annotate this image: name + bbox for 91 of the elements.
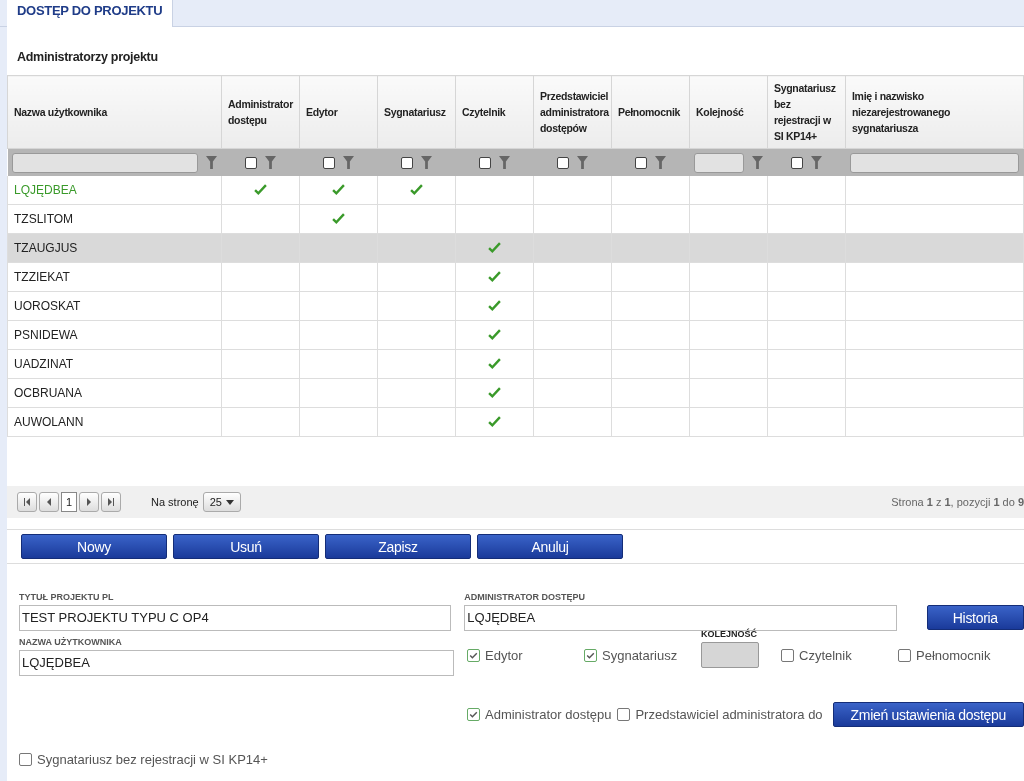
project-title-field[interactable]: TEST PROJEKTU TYPU C OP4 bbox=[19, 605, 452, 631]
checkbox-label: Czytelnik bbox=[799, 648, 852, 663]
filter-icon[interactable] bbox=[811, 156, 822, 169]
order-field[interactable] bbox=[701, 642, 759, 668]
table-cell[interactable]: OCBRUANA bbox=[7, 378, 222, 408]
filter-icon[interactable] bbox=[655, 156, 666, 169]
check-icon bbox=[488, 270, 501, 282]
table-cell[interactable]: TZSLITOM bbox=[7, 204, 222, 234]
filter-icon[interactable] bbox=[343, 156, 354, 169]
last-page-icon bbox=[107, 498, 115, 506]
action-button[interactable]: Usuń bbox=[173, 534, 319, 559]
next-page-icon bbox=[85, 498, 93, 506]
check-icon bbox=[488, 386, 501, 398]
filter-checkbox[interactable] bbox=[557, 156, 569, 169]
previous-page-button[interactable] bbox=[39, 492, 59, 512]
filter-checkbox[interactable] bbox=[323, 156, 335, 169]
check-icon bbox=[332, 183, 345, 195]
checkbox[interactable] bbox=[617, 708, 631, 721]
check-icon bbox=[410, 183, 423, 195]
last-page-button[interactable] bbox=[101, 492, 121, 512]
paging-summary: Strona 1 z 1, pozycji 1 do 9 bbox=[891, 496, 1024, 508]
check-icon bbox=[488, 357, 501, 369]
section-title: Administratorzy projektu bbox=[16, 49, 159, 66]
action-button[interactable]: Anuluj bbox=[477, 534, 623, 559]
checkbox[interactable] bbox=[584, 649, 597, 662]
column-header[interactable]: Sygnatariusz bez rejestracji w SI KP14+ bbox=[767, 75, 846, 149]
column-header[interactable]: Edytor bbox=[299, 75, 378, 149]
checkbox[interactable] bbox=[898, 649, 911, 662]
checkbox-label: Sygnatariusz bbox=[602, 648, 678, 663]
checkbox[interactable] bbox=[467, 649, 480, 662]
column-header[interactable]: Sygnatariusz bbox=[377, 75, 456, 149]
table-cell[interactable]: AUWOLANN bbox=[7, 407, 222, 437]
filter-checkbox[interactable] bbox=[791, 156, 803, 169]
filter-field[interactable] bbox=[694, 152, 744, 173]
checkbox-label: Pełnomocnik bbox=[916, 648, 991, 663]
user-name-field[interactable]: LQJĘDBEA bbox=[19, 650, 454, 676]
field-label: ADMINISTRATOR DOSTĘPU bbox=[464, 592, 586, 602]
checkbox-label: Administrator dostępu bbox=[485, 707, 612, 722]
checkbox[interactable] bbox=[19, 753, 32, 766]
filter-icon[interactable] bbox=[577, 156, 588, 169]
page-number-field[interactable]: 1 bbox=[61, 492, 77, 512]
table-cell[interactable]: PSNIDEWA bbox=[7, 320, 222, 350]
dropdown-icon bbox=[225, 499, 234, 505]
filter-field[interactable] bbox=[11, 152, 198, 173]
filter-checkbox[interactable] bbox=[479, 156, 491, 169]
check-icon bbox=[488, 415, 501, 427]
filter-checkbox[interactable] bbox=[245, 156, 257, 169]
next-page-button[interactable] bbox=[79, 492, 99, 512]
check-icon bbox=[332, 212, 345, 224]
filter-checkbox[interactable] bbox=[401, 156, 413, 169]
table-cell[interactable]: TZZIEKAT bbox=[7, 262, 222, 292]
column-header[interactable]: Czytelnik bbox=[455, 75, 534, 149]
column-header[interactable]: Administrator dostępu bbox=[221, 75, 300, 149]
filter-icon[interactable] bbox=[265, 156, 276, 169]
filter-icon[interactable] bbox=[499, 156, 510, 169]
table-cell[interactable]: TZAUGJUS bbox=[7, 233, 222, 263]
check-icon bbox=[254, 183, 267, 195]
previous-page-icon bbox=[45, 498, 53, 506]
checkbox[interactable] bbox=[467, 708, 480, 721]
first-page-icon bbox=[23, 498, 31, 506]
field-label: TYTUŁ PROJEKTU PL bbox=[19, 592, 115, 602]
field-label: NAZWA UŻYTKOWNIKA bbox=[19, 637, 123, 647]
filter-icon[interactable] bbox=[206, 156, 217, 169]
first-page-button[interactable] bbox=[17, 492, 37, 512]
filter-checkbox[interactable] bbox=[635, 156, 647, 169]
check-icon bbox=[488, 241, 501, 253]
change-access-button[interactable]: Zmień ustawienia dostępu bbox=[832, 702, 1024, 727]
column-header[interactable]: Imię i nazwisko niezarejestrowanego sygnatariusza bbox=[845, 75, 1024, 149]
filter-icon[interactable] bbox=[752, 156, 763, 169]
table-cell[interactable]: LQJĘDBEA bbox=[7, 176, 222, 205]
tab[interactable]: DOSTĘP DO PROJEKTU bbox=[7, 0, 174, 27]
action-button[interactable]: Nowy bbox=[21, 534, 167, 559]
checkbox-label: Edytor bbox=[485, 648, 523, 663]
checkbox[interactable] bbox=[781, 649, 794, 662]
check-icon bbox=[488, 328, 501, 340]
history-button[interactable]: Historia bbox=[926, 605, 1024, 630]
checkbox-label: Przedstawiciel administratora do bbox=[635, 707, 823, 722]
page-size-select[interactable]: 25 bbox=[202, 492, 241, 512]
order-label: KOLEJNOŚĆ bbox=[701, 629, 758, 639]
check-icon bbox=[488, 299, 501, 311]
table-cell[interactable]: UOROSKAT bbox=[7, 291, 222, 321]
checkbox-label: Sygnatariusz bez rejestracji w SI KP14+ bbox=[37, 752, 268, 767]
column-header[interactable]: Kolejność bbox=[689, 75, 768, 149]
column-header[interactable]: Pełnomocnik bbox=[611, 75, 690, 149]
page-size-label: Na stronę bbox=[151, 496, 199, 508]
action-button[interactable]: Zapisz bbox=[325, 534, 471, 559]
column-header[interactable]: Nazwa użytkownika bbox=[7, 75, 222, 149]
table-cell[interactable]: UADZINAT bbox=[7, 349, 222, 379]
filter-field[interactable] bbox=[850, 152, 1019, 173]
column-header[interactable]: Przedstawiciel administratora dostępów bbox=[533, 75, 612, 149]
filter-icon[interactable] bbox=[421, 156, 432, 169]
